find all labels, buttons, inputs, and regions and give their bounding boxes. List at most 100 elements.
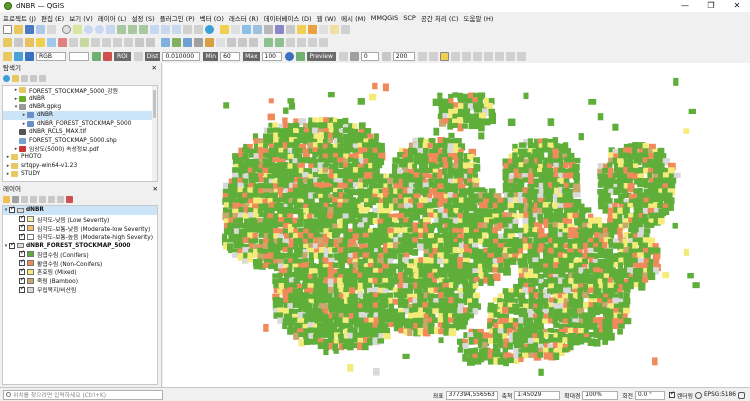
label-icon[interactable] [330, 25, 339, 34]
layer-dnbr[interactable]: ▾ dNBR [3, 206, 157, 215]
plugin-f-icon[interactable] [319, 38, 328, 47]
browser-scrollbar[interactable] [152, 86, 157, 181]
digitize-icon[interactable] [69, 38, 78, 47]
scp-tool-d-icon[interactable] [450, 52, 460, 61]
pan-icon[interactable] [62, 25, 71, 34]
preview-redo-icon[interactable] [349, 52, 359, 61]
deselect-icon[interactable] [308, 25, 317, 34]
browser-item[interactable]: ▸ STUDY [3, 170, 157, 178]
model-designer-icon[interactable] [205, 38, 214, 47]
legend-class-row[interactable]: 심각도-보통-낮음 (Moderate-low Severity) [3, 223, 157, 233]
scp-zoom-icon[interactable] [25, 52, 34, 61]
browser-close-button[interactable]: ✕ [152, 63, 157, 73]
menu-mesh[interactable]: 메시 (M) [341, 13, 366, 23]
browser-refresh-icon[interactable] [3, 74, 10, 82]
georeferencer-icon[interactable] [172, 38, 181, 47]
advanced-digitizing-icon[interactable] [238, 38, 247, 47]
scp-tool-c-icon[interactable] [439, 52, 449, 61]
roi-button[interactable]: ROI [114, 52, 131, 61]
zoom-native-icon[interactable] [150, 25, 159, 34]
plugin-a-icon[interactable] [264, 38, 273, 47]
legend-class-checkbox[interactable] [19, 258, 25, 267]
messages-icon[interactable] [738, 391, 745, 399]
legend-class-checkbox[interactable] [19, 276, 25, 284]
scp-tool-b-icon[interactable] [428, 52, 438, 61]
dist-input[interactable]: 0.010000 [162, 52, 201, 61]
sigma-icon[interactable] [275, 25, 284, 34]
legend-class-checkbox[interactable] [19, 285, 25, 293]
coordinate-field[interactable]: 377394,556563 [445, 390, 498, 400]
legend-class-checkbox[interactable] [19, 267, 25, 275]
menu-project[interactable]: 프로젝트 (J) [3, 13, 36, 23]
layers-close-button[interactable]: ✕ [153, 184, 158, 194]
rotation-field[interactable]: 0.0 ° [634, 390, 665, 400]
magnifier-field[interactable]: 100% [582, 390, 619, 400]
processing-toolbox-icon[interactable] [194, 38, 203, 47]
open-project-icon[interactable] [14, 25, 23, 34]
scale-field[interactable]: 1:45029 [514, 390, 561, 400]
menu-view[interactable]: 보기 (V) [69, 13, 93, 23]
pan-to-selection-icon[interactable] [73, 25, 82, 34]
scp-tool-h-icon[interactable] [494, 52, 504, 61]
preview-size-input[interactable]: 200 [392, 52, 415, 61]
max-input[interactable]: 100 [261, 52, 282, 61]
menu-web[interactable]: 웹 (W) [317, 13, 337, 23]
open-table-icon[interactable] [242, 25, 251, 34]
locator-bar[interactable]: 위치를 찾으려면 입력하세요 (Ctrl+K) [3, 389, 163, 400]
legend-class-row[interactable]: 심각도-낮음 (Low Severity) [3, 214, 157, 224]
scp-tool-j-icon[interactable] [516, 52, 526, 61]
temporal-controller-icon[interactable] [194, 25, 203, 34]
preview-show-icon[interactable] [338, 52, 348, 61]
copy-features-icon[interactable] [113, 38, 122, 47]
menu-scp[interactable]: SCP [403, 14, 416, 22]
roi-redo-icon[interactable] [103, 52, 112, 61]
preview-transparency-input[interactable]: 0 [360, 52, 379, 61]
browser-item[interactable]: ▸ dNBR_FOREST_STOCKMAP_5000 [3, 120, 157, 128]
plugin-e-icon[interactable] [308, 38, 317, 47]
roi-add-icon[interactable] [92, 52, 101, 61]
identify-icon[interactable] [220, 25, 229, 34]
new-project-icon[interactable] [3, 25, 12, 34]
zoom-out-icon[interactable] [95, 25, 104, 34]
menu-vector[interactable]: 벡터 (O) [200, 13, 224, 23]
zoom-next-icon[interactable] [172, 25, 181, 34]
scp-tool-e-icon[interactable] [461, 52, 471, 61]
legend-class-row[interactable]: 죽림 (Bamboo) [3, 276, 157, 285]
legend-class-row[interactable]: 혼효림 (Mixed) [3, 267, 157, 276]
cut-features-icon[interactable] [102, 38, 111, 47]
filter-expression-icon[interactable] [39, 195, 46, 203]
browser-item[interactable]: ▾ dNBR.gpkg [3, 103, 157, 111]
plugin-c-icon[interactable] [286, 38, 295, 47]
redo-icon[interactable] [146, 38, 155, 47]
scp-open-icon[interactable] [3, 52, 12, 61]
current-edits-icon[interactable] [25, 38, 34, 47]
legend-class-checkbox[interactable] [19, 214, 25, 223]
preview-zoom-icon[interactable] [284, 52, 294, 61]
scp-home-icon[interactable] [14, 52, 23, 61]
menu-raster[interactable]: 래스터 (R) [229, 13, 259, 23]
browser-add-icon[interactable] [12, 74, 19, 82]
legend-class-row[interactable]: 침엽수림 (Conifers) [3, 249, 157, 259]
layer-forest-checkbox[interactable] [9, 241, 15, 249]
maximize-button[interactable]: ❐ [698, 0, 724, 12]
crs-label[interactable]: EPSG:5186 [704, 392, 736, 398]
statistics-icon[interactable] [264, 25, 273, 34]
menu-layer[interactable]: 레이어 (L) [98, 13, 127, 23]
browser-item[interactable]: ▸ 임상도(5000) 속성정보.pdf [3, 145, 157, 153]
layer-style-icon[interactable] [3, 195, 10, 203]
digitizing-options-icon[interactable] [216, 38, 225, 47]
legend-class-checkbox[interactable] [19, 232, 25, 240]
collapse-all-icon[interactable] [57, 195, 64, 203]
preview-size-icon[interactable] [381, 52, 391, 61]
menu-edit[interactable]: 편집 (E) [41, 13, 64, 23]
annotation-icon[interactable] [319, 25, 328, 34]
expand-all-icon[interactable] [48, 195, 55, 203]
browser-collapse-icon[interactable] [30, 74, 37, 82]
browser-item[interactable]: ▸ FOREST_STOCKMAP_5000_강원 [3, 86, 157, 95]
legend-class-row[interactable]: 활엽수림 (Non-Conifers) [3, 258, 157, 268]
measure-icon[interactable] [286, 25, 295, 34]
browser-item[interactable]: dNBR_RCLS_MAX.tif [3, 128, 157, 136]
add-feature-icon[interactable] [58, 38, 67, 47]
scp-tool-f-icon[interactable] [472, 52, 482, 61]
menu-help[interactable]: 도움말 (H) [463, 13, 493, 23]
